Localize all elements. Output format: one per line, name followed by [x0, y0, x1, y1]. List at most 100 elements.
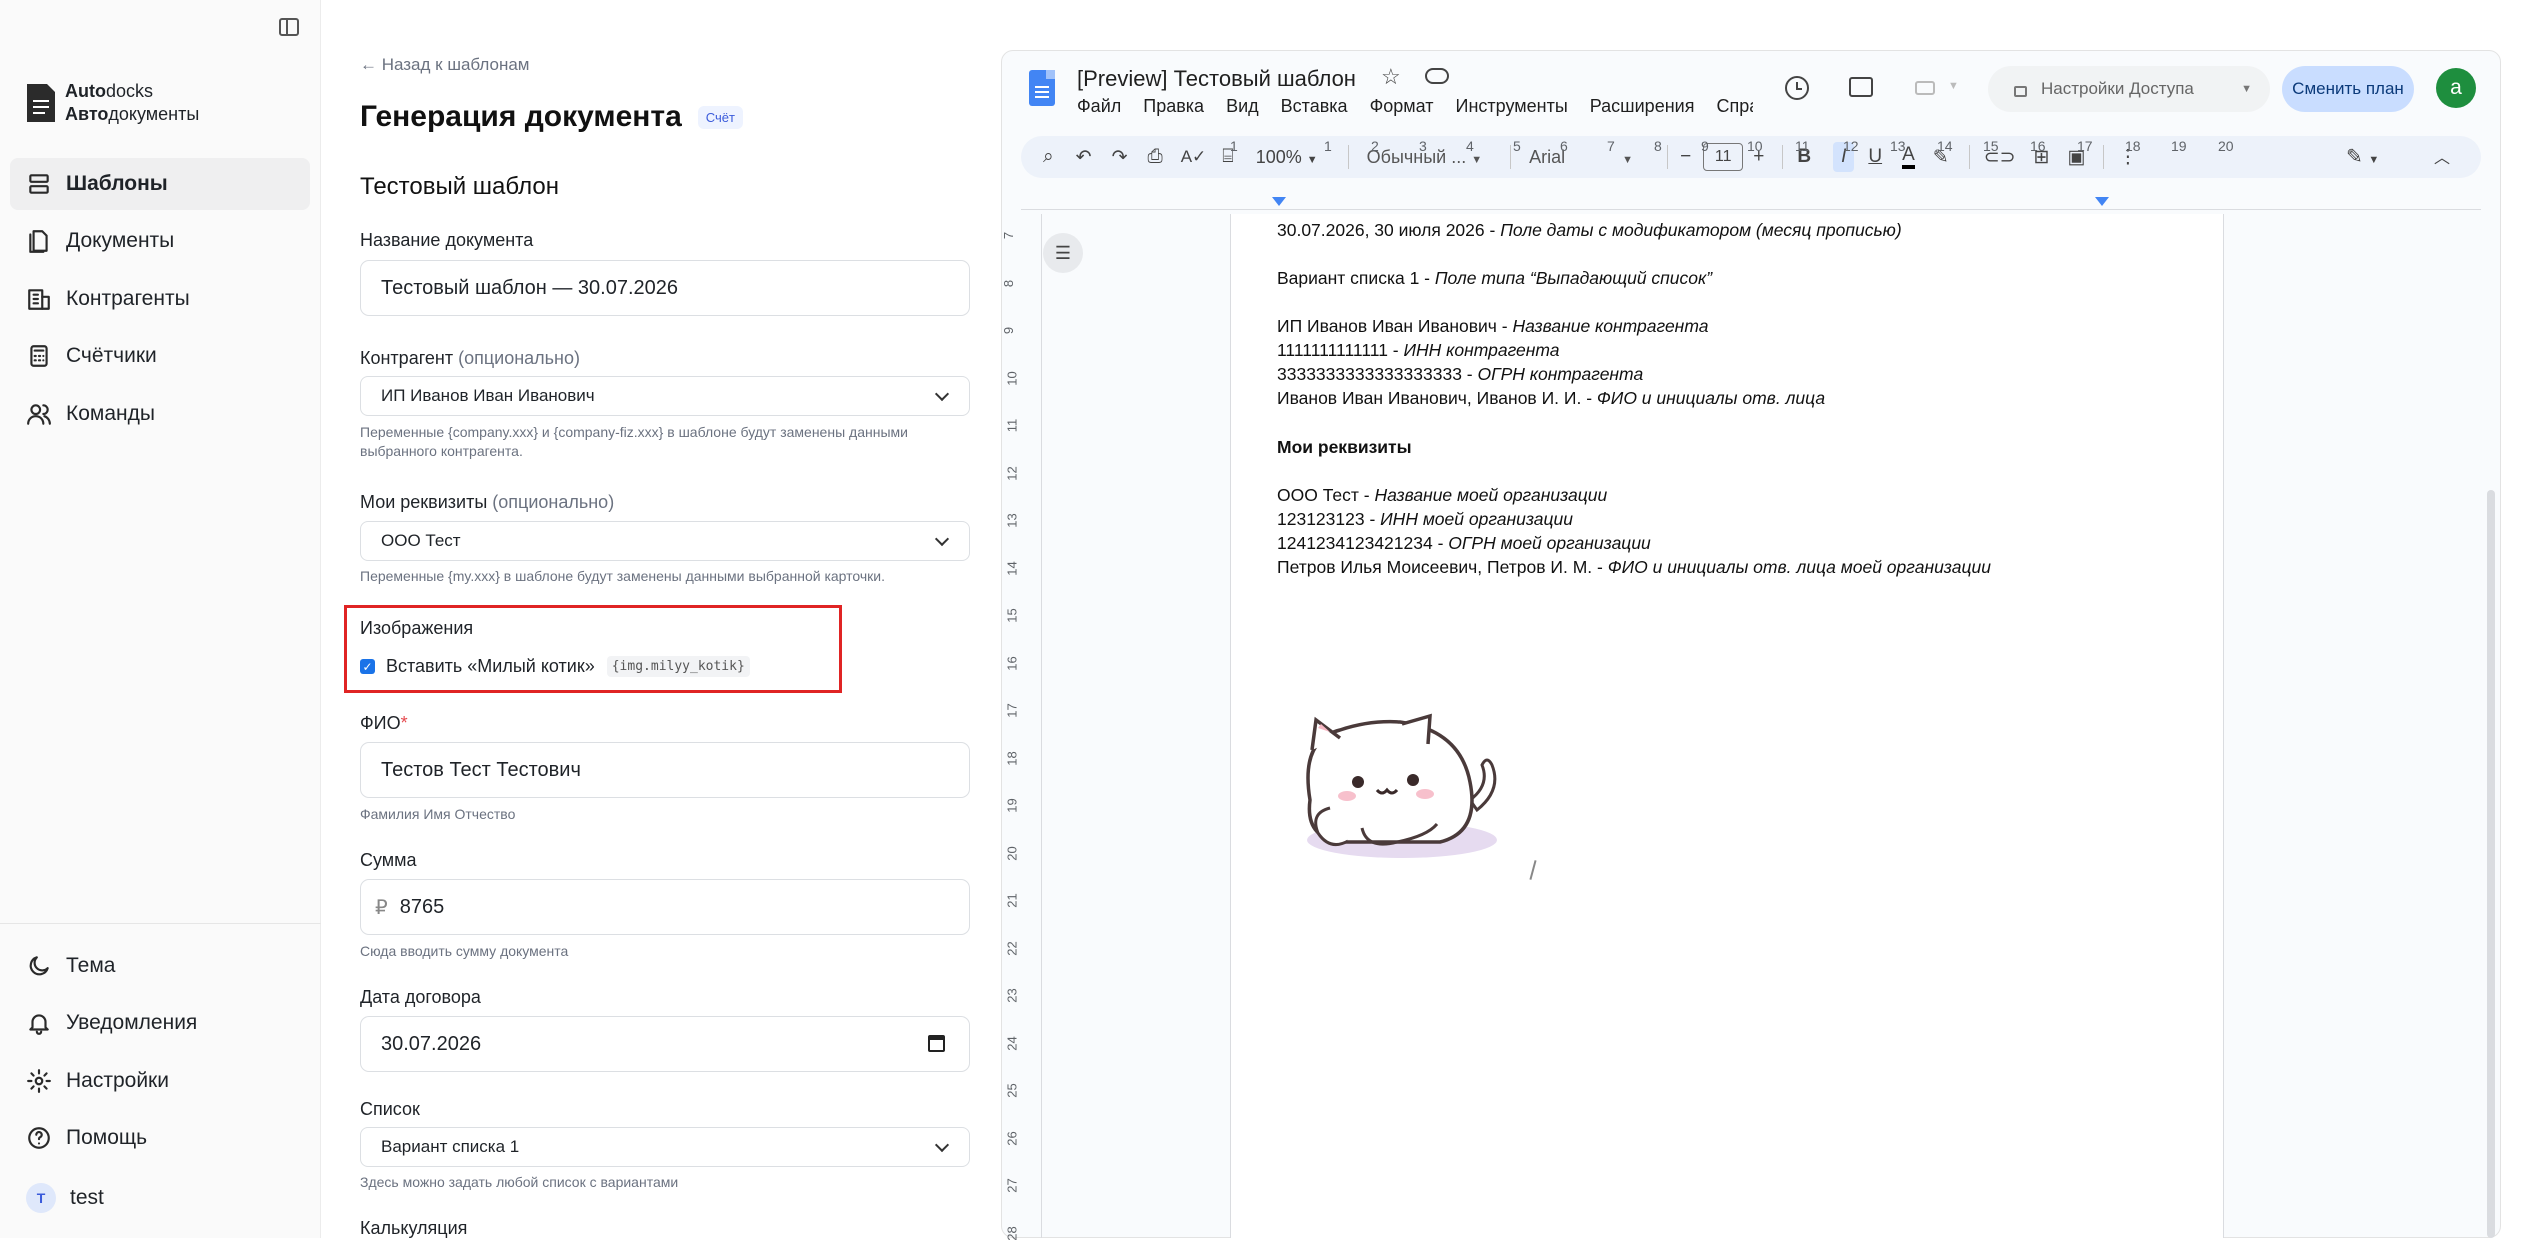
- docs-scrollbar[interactable]: [2487, 490, 2495, 1238]
- documents-icon: [29, 230, 48, 253]
- my-details-select[interactable]: ООО Тест: [360, 521, 970, 561]
- ruler-tick-label: 16: [2030, 138, 2046, 154]
- print-icon[interactable]: ⎙: [1147, 146, 1162, 168]
- sidebar-item-label: Помощь: [66, 1126, 148, 1149]
- underline-icon[interactable]: U: [1868, 146, 1882, 168]
- menu-insert[interactable]: Вставка: [1281, 96, 1348, 116]
- sum-input[interactable]: ₽8765: [360, 879, 970, 935]
- decrease-font-size-icon[interactable]: −: [1680, 146, 1691, 168]
- chevron-down-icon: [934, 386, 950, 402]
- document-line: ООО Тест - Название моей организации: [1277, 485, 1608, 505]
- zoom-select[interactable]: 100% ▼: [1256, 147, 1318, 168]
- meet-icon[interactable]: [1915, 81, 1935, 95]
- editing-mode-icon[interactable]: ✎ ▼: [2346, 144, 2379, 169]
- ruler-tick-label: 9: [1701, 138, 1709, 154]
- ruler-tick-label: 15: [1004, 608, 1020, 623]
- access-settings-button[interactable]: Настройки Доступа ▼: [1988, 66, 2270, 112]
- lock-icon: [2014, 85, 2027, 97]
- calculator-icon: [30, 345, 48, 367]
- ruler-tick-label: 14: [1004, 560, 1020, 576]
- ruler-tick-label: 15: [1983, 138, 1999, 154]
- doc-type-badge: Счёт: [697, 105, 743, 129]
- star-icon[interactable]: ☆: [1381, 64, 1401, 90]
- ruler-tick-label: 10: [1004, 370, 1020, 386]
- sidebar-item-theme[interactable]: Тема: [10, 940, 310, 992]
- sidebar-item-documents[interactable]: Документы: [10, 215, 310, 267]
- user-menu[interactable]: T test: [10, 1172, 310, 1224]
- ruler-tick-label: 1: [1230, 138, 1238, 154]
- ruler-tick-label: 7: [1607, 138, 1615, 154]
- ruler-tick-label: 27: [1004, 1178, 1020, 1193]
- menu-format[interactable]: Формат: [1370, 96, 1434, 116]
- redo-icon[interactable]: ↷: [1112, 146, 1128, 169]
- sidebar-item-notifications[interactable]: Уведомления: [10, 997, 310, 1049]
- doc-name-input[interactable]: Тестовый шаблон — 30.07.2026: [360, 260, 970, 316]
- image-variable-code: {img.milyy_kotik}: [606, 656, 750, 677]
- sidebar-item-label: Команды: [66, 402, 155, 425]
- cute-cat-image: [1306, 713, 1497, 858]
- menu-view[interactable]: Вид: [1226, 96, 1259, 116]
- font-select[interactable]: Arial ▼: [1529, 147, 1639, 168]
- date-input[interactable]: 30.07.2026: [360, 1016, 970, 1072]
- user-name: test: [70, 1186, 104, 1209]
- chevron-down-icon: ▼: [2241, 83, 2252, 95]
- stack-icon: [29, 174, 49, 194]
- my-details-label: Мои реквизиты (опционально): [360, 492, 615, 512]
- sidebar-item-templates[interactable]: Шаблоны: [10, 158, 310, 210]
- ruler-tick-label: 11: [1795, 138, 1810, 154]
- history-icon[interactable]: [1785, 76, 1809, 100]
- menu-file[interactable]: Файл: [1077, 96, 1121, 116]
- calendar-icon[interactable]: [928, 1035, 945, 1052]
- document-line: Мои реквизиты: [1277, 437, 1412, 457]
- menu-extensions[interactable]: Расширения: [1590, 96, 1695, 116]
- list-select[interactable]: Вариант списка 1: [360, 1127, 970, 1167]
- search-icon[interactable]: ⌕: [1043, 146, 1054, 168]
- document-line: 1111111111111 - ИНН контрагента: [1277, 340, 1560, 360]
- account-avatar[interactable]: a: [2436, 68, 2476, 108]
- spellcheck-icon[interactable]: A✓: [1181, 147, 1207, 167]
- ruler-tick-label: 22: [1004, 940, 1020, 956]
- sidebar-item-settings[interactable]: Настройки: [10, 1055, 310, 1107]
- sidebar-item-help[interactable]: Помощь: [10, 1112, 310, 1164]
- ruler-tick-label: 14: [1937, 138, 1953, 154]
- counterparty-select[interactable]: ИП Иванов Иван Иванович: [360, 376, 970, 416]
- undo-icon[interactable]: ↶: [1076, 146, 1092, 169]
- sidebar-item-counters[interactable]: Счётчики: [10, 330, 310, 382]
- counterparty-help: Переменные {company.xxx} и {company-fiz.…: [360, 424, 908, 459]
- comments-icon[interactable]: [1849, 77, 1873, 97]
- date-label: Дата договора: [360, 987, 481, 1007]
- back-link[interactable]: ← Назад к шаблонам: [360, 55, 529, 75]
- fio-input[interactable]: Тестов Тест Тестович: [360, 742, 970, 798]
- menu-edit[interactable]: Правка: [1143, 96, 1204, 116]
- sidebar-item-counterparties[interactable]: Контрагенты: [10, 273, 310, 325]
- my-details-help: Переменные {my.xxx} в шаблоне будут заме…: [360, 568, 885, 584]
- left-indent-marker[interactable]: [1272, 197, 1286, 206]
- image-checkbox[interactable]: ✓: [360, 659, 375, 674]
- meet-dropdown-icon[interactable]: ▼: [1948, 80, 1959, 92]
- images-label: Изображения: [360, 618, 474, 638]
- cloud-icon[interactable]: [1425, 68, 1449, 84]
- ruler-tick-label: 16: [1004, 655, 1020, 671]
- font-size-input[interactable]: 11: [1703, 143, 1744, 171]
- page-title: Генерация документа: [360, 100, 682, 133]
- image-checkbox-label[interactable]: Вставить «Милый котик»: [386, 656, 595, 677]
- sidebar-toggle-icon[interactable]: [279, 18, 299, 36]
- list-value: Вариант списка 1: [381, 1137, 520, 1156]
- right-indent-marker[interactable]: [2095, 197, 2109, 206]
- docs-title[interactable]: [Preview] Тестовый шаблон: [1077, 66, 1356, 92]
- change-plan-button[interactable]: Сменить план: [2282, 66, 2414, 112]
- ruler-tick-label: 21: [1004, 893, 1020, 908]
- optional-hint: (опционально): [492, 492, 615, 512]
- docs-logo-icon[interactable]: [1029, 70, 1055, 106]
- vertical-ruler: [1020, 214, 1042, 1238]
- logo[interactable]: Autodocks Автодокументы: [25, 80, 199, 126]
- sidebar-item-teams[interactable]: Команды: [10, 388, 310, 440]
- outline-icon[interactable]: ☰: [1043, 233, 1083, 273]
- ruler-tick-label: 8: [1001, 279, 1017, 287]
- hide-menus-icon[interactable]: ︿: [2434, 144, 2450, 168]
- menu-help[interactable]: Справ: [1716, 96, 1753, 116]
- sum-label: Сумма: [360, 850, 417, 870]
- generation-form: ← Назад к шаблонам Генерация документа С…: [321, 0, 1001, 1238]
- menu-tools[interactable]: Инструменты: [1456, 96, 1568, 116]
- document-line: Петров Илья Моисеевич, Петров И. М. - ФИ…: [1277, 557, 1991, 577]
